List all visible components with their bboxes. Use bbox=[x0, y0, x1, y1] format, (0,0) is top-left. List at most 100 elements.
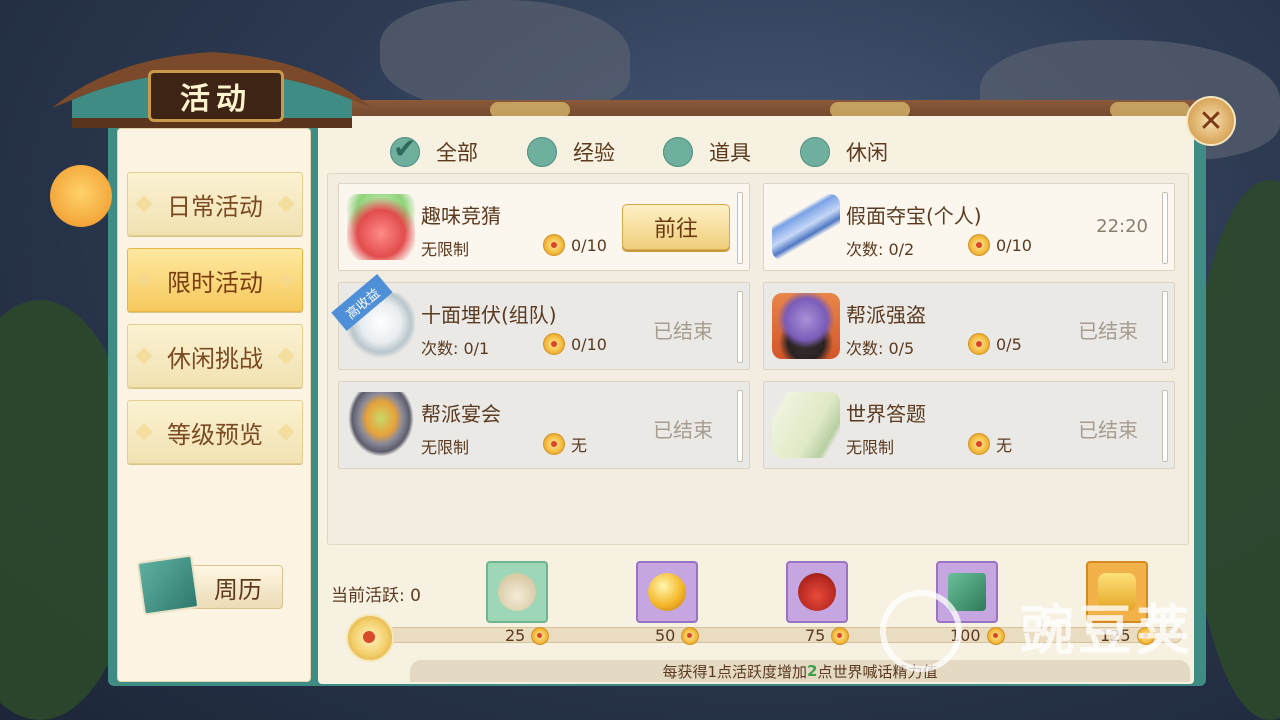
book-icon bbox=[136, 554, 200, 616]
activity-reward: 无 bbox=[968, 432, 1012, 456]
pot-icon bbox=[347, 392, 415, 458]
activity-reward: 0/10 bbox=[543, 234, 607, 256]
radio-dot-icon bbox=[800, 137, 830, 167]
activity-reward: 无 bbox=[543, 432, 587, 456]
close-button[interactable]: ✕ bbox=[1186, 96, 1236, 146]
treasure-bag-icon bbox=[798, 573, 836, 611]
scrollbar[interactable] bbox=[1162, 192, 1168, 264]
activity-reward: 0/5 bbox=[968, 333, 1022, 355]
activity-card-ambush[interactable]: 高收益 十面埋伏(组队) 次数: 0/1 0/10 已结束 bbox=[331, 274, 750, 370]
activity-card-gang-bandit[interactable]: 帮派强盗 次数: 0/5 0/5 已结束 bbox=[763, 282, 1175, 370]
coin-icon bbox=[681, 626, 700, 645]
hint-number: 2 bbox=[807, 662, 818, 680]
coin-icon bbox=[968, 234, 990, 256]
activity-reward: 0/10 bbox=[543, 333, 607, 355]
activity-card-mask-treasure[interactable]: 假面夺宝(个人) 次数: 0/2 0/10 22:20 bbox=[763, 183, 1175, 271]
ended-status: 已结束 bbox=[653, 319, 713, 343]
activity-time: 22:20 bbox=[1096, 216, 1148, 237]
milestone-75: 75 bbox=[805, 626, 850, 645]
bandit-icon bbox=[772, 293, 840, 359]
flour-pile-icon bbox=[498, 573, 536, 611]
filter-label: 经验 bbox=[573, 141, 615, 165]
activity-name: 世界答题 bbox=[846, 402, 926, 426]
reward-value: 0/10 bbox=[571, 235, 607, 255]
activity-name: 假面夺宝(个人) bbox=[846, 204, 982, 228]
activity-card-gang-banquet[interactable]: 帮派宴会 无限制 无 已结束 bbox=[338, 381, 750, 469]
scrollbar[interactable] bbox=[1162, 390, 1168, 462]
reward-value: 无 bbox=[571, 436, 588, 455]
activity-limit: 次数: 0/5 bbox=[846, 339, 915, 358]
activity-limit: 无限制 bbox=[421, 240, 470, 259]
gift-icon bbox=[347, 194, 415, 260]
ended-status: 已结束 bbox=[1078, 319, 1138, 343]
activity-limit: 次数: 0/1 bbox=[421, 339, 490, 358]
filter-label: 休闲 bbox=[846, 141, 888, 165]
scrollbar[interactable] bbox=[1162, 291, 1168, 363]
page-title: 活动 bbox=[148, 70, 284, 122]
reward-value: 0/5 bbox=[996, 334, 1022, 354]
tab-label: 限时活动 bbox=[167, 268, 263, 297]
sun-emblem-icon bbox=[346, 614, 394, 662]
activity-card-quiz-guess[interactable]: 趣味竞猜 无限制 0/10 前往 bbox=[338, 183, 750, 271]
milestone-value: 75 bbox=[805, 626, 826, 645]
coin-icon bbox=[831, 626, 850, 645]
coin-icon bbox=[543, 333, 565, 355]
milestone-value: 25 bbox=[505, 626, 526, 645]
tab-label: 休闲挑战 bbox=[167, 344, 263, 373]
tab-level-preview[interactable]: 等级预览 bbox=[127, 400, 303, 464]
hint-prefix: 每获得1点活跃度增加 bbox=[662, 662, 808, 681]
filter-label: 道具 bbox=[709, 141, 751, 165]
filter-items[interactable]: 道具 bbox=[663, 137, 751, 167]
reward-value: 无 bbox=[996, 436, 1013, 455]
scrollbar[interactable] bbox=[737, 192, 743, 264]
golden-orb-icon bbox=[648, 573, 686, 611]
scrollbar[interactable] bbox=[737, 390, 743, 462]
activity-name: 帮派强盗 bbox=[846, 303, 926, 327]
filter-all[interactable]: 全部 bbox=[390, 132, 478, 167]
reward-value: 0/10 bbox=[571, 334, 607, 354]
activity-name: 帮派宴会 bbox=[421, 402, 501, 426]
close-icon: ✕ bbox=[1198, 103, 1224, 139]
activity-limit: 无限制 bbox=[421, 438, 470, 457]
go-button[interactable]: 前往 bbox=[622, 204, 730, 250]
reward-value: 0/10 bbox=[996, 235, 1032, 255]
tab-daily-activities[interactable]: 日常活动 bbox=[127, 172, 303, 236]
scroll-icon bbox=[772, 392, 840, 458]
calendar-label: 周历 bbox=[214, 575, 262, 604]
activity-name: 十面埋伏(组队) bbox=[421, 303, 557, 327]
activity-reward: 0/10 bbox=[968, 234, 1032, 256]
reward-chest-25[interactable] bbox=[486, 561, 548, 623]
sword-icon bbox=[772, 194, 840, 260]
tiger-mascot-icon[interactable] bbox=[50, 165, 112, 227]
ended-status: 已结束 bbox=[1078, 418, 1138, 442]
milestone-25: 25 bbox=[505, 626, 550, 645]
reward-chest-50[interactable] bbox=[636, 561, 698, 623]
weekly-calendar-button[interactable]: 周历 bbox=[136, 554, 283, 616]
reward-chest-75[interactable] bbox=[786, 561, 848, 623]
checkmark-icon bbox=[390, 132, 420, 167]
tab-label: 等级预览 bbox=[167, 420, 263, 449]
tab-label: 日常活动 bbox=[167, 192, 263, 221]
activity-name: 趣味竞猜 bbox=[421, 204, 501, 228]
activity-card-world-quiz[interactable]: 世界答题 无限制 无 已结束 bbox=[763, 381, 1175, 469]
scrollbar[interactable] bbox=[737, 291, 743, 363]
coin-icon bbox=[986, 626, 1005, 645]
coin-icon bbox=[968, 433, 990, 455]
activity-limit: 无限制 bbox=[846, 438, 895, 457]
tab-limited-activities[interactable]: 限时活动 bbox=[127, 248, 303, 312]
coin-icon bbox=[543, 234, 565, 256]
tab-leisure-challenges[interactable]: 休闲挑战 bbox=[127, 324, 303, 388]
coin-icon bbox=[531, 626, 550, 645]
filter-leisure[interactable]: 休闲 bbox=[800, 137, 888, 167]
milestone-value: 50 bbox=[655, 626, 676, 645]
radio-dot-icon bbox=[663, 137, 693, 167]
current-activity-label: 当前活跃: 0 bbox=[331, 586, 421, 606]
watermark-text: 豌豆荚 bbox=[1020, 599, 1194, 662]
radio-dot-icon bbox=[527, 137, 557, 167]
coin-icon bbox=[968, 333, 990, 355]
activity-limit: 次数: 0/2 bbox=[846, 240, 915, 259]
filter-experience[interactable]: 经验 bbox=[527, 137, 615, 167]
watermark-logo-icon bbox=[880, 590, 962, 672]
filter-label: 全部 bbox=[436, 141, 478, 165]
coin-icon bbox=[543, 433, 565, 455]
